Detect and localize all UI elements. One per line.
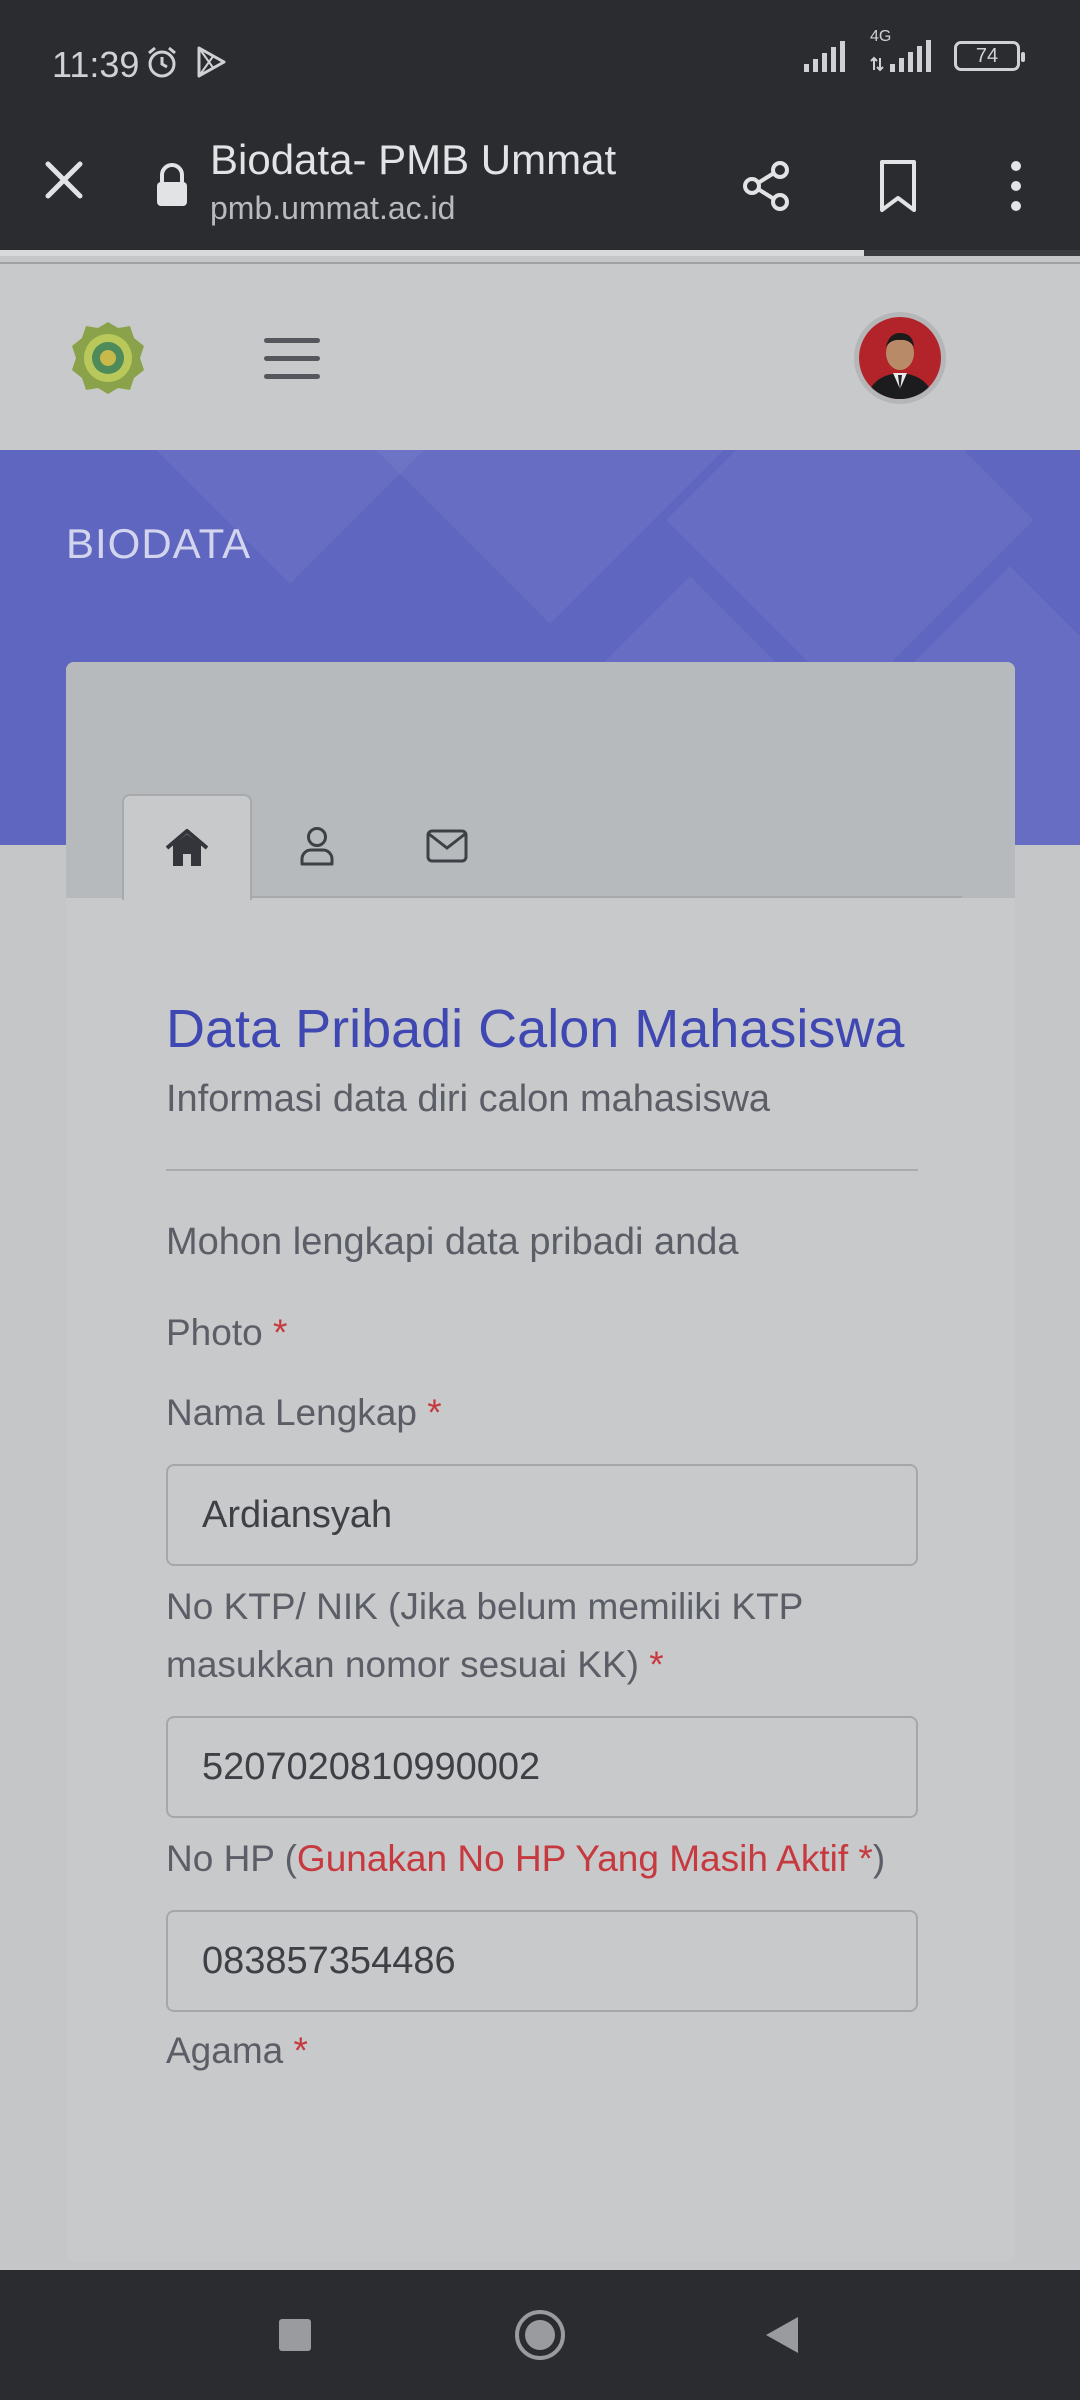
university-logo[interactable]: [70, 320, 146, 396]
status-bar: 11:39 4G 74: [0, 0, 1080, 130]
page-load-progress-fill: [0, 250, 864, 256]
tab-contact[interactable]: [382, 794, 512, 898]
required-mark: *: [649, 1644, 664, 1685]
page-load-progress: [0, 250, 1080, 256]
clock: 11:39: [52, 44, 140, 85]
envelope-icon: [426, 829, 468, 863]
religion-label: Agama *: [166, 2030, 308, 2071]
close-icon[interactable]: [36, 152, 92, 208]
page-title[interactable]: Biodata- PMB Ummat: [210, 136, 616, 184]
site-header: [0, 262, 1080, 450]
form-subtitle: Informasi data diri calon mahasiswa: [166, 1078, 771, 1120]
lock-icon[interactable]: [152, 162, 192, 210]
form-body: Data Pribadi Calon Mahasiswa Informasi d…: [166, 898, 918, 2080]
share-icon: [743, 161, 789, 211]
hamburger-menu-icon[interactable]: [264, 338, 320, 380]
profile-photo: [859, 317, 941, 399]
recents-button[interactable]: [255, 2300, 335, 2370]
required-mark: *: [858, 1838, 873, 1879]
square-icon: [279, 2319, 311, 2351]
user-icon: [300, 827, 334, 866]
back-triangle-icon: [766, 2317, 798, 2353]
photo-label: Photo *: [166, 1312, 288, 1353]
phone-input[interactable]: 083857354486: [166, 1910, 918, 2012]
network-signal: 4G: [870, 28, 936, 72]
bookmark-button[interactable]: [862, 150, 934, 222]
nik-input[interactable]: 5207020810990002: [166, 1716, 918, 1818]
phone-label: No HP (Gunakan No HP Yang Masih Aktif *): [166, 1838, 886, 1879]
signal-icon: [804, 41, 845, 72]
biodata-card: Data Pribadi Calon Mahasiswa Informasi d…: [66, 662, 1015, 2262]
card-header: [66, 662, 1015, 900]
play-store-icon: [197, 46, 226, 78]
required-mark: *: [427, 1392, 442, 1433]
circle-icon: [515, 2310, 565, 2360]
tab-home[interactable]: [122, 794, 252, 900]
required-mark: *: [272, 1312, 288, 1353]
form-title: Data Pribadi Calon Mahasiswa: [166, 999, 905, 1059]
tab-bar: [122, 794, 962, 900]
divider: [166, 1169, 918, 1171]
battery-icon: 74: [954, 41, 1025, 71]
phone-warning: Gunakan No HP Yang Masih Aktif: [296, 1838, 849, 1879]
browser-toolbar: Biodata- PMB Ummat pmb.ummat.ac.id: [0, 130, 1080, 250]
banner-title: BIODATA: [66, 520, 252, 567]
full-name-input[interactable]: Ardiansyah: [166, 1464, 918, 1566]
full-name-label: Nama Lengkap *: [166, 1392, 442, 1433]
home-button[interactable]: [500, 2300, 580, 2370]
share-button[interactable]: [730, 150, 802, 222]
menu-button[interactable]: [980, 150, 1052, 222]
home-icon: [165, 829, 209, 866]
battery-level: 74: [975, 45, 999, 67]
nik-label: No KTP/ NIK (Jika belum memiliki KTP mas…: [166, 1586, 803, 1685]
page-url[interactable]: pmb.ummat.ac.id: [210, 190, 455, 227]
required-mark: *: [293, 2030, 308, 2071]
form-hint: Mohon lengkapi data pribadi anda: [166, 1221, 739, 1263]
alarm-icon: [148, 46, 176, 78]
signal-icon-4g: [870, 40, 931, 72]
avatar[interactable]: [854, 312, 946, 404]
back-button[interactable]: [742, 2300, 822, 2370]
system-navigation-bar: [0, 2270, 1080, 2400]
tab-profile[interactable]: [252, 794, 382, 898]
bookmark-icon: [880, 160, 916, 212]
more-vert-icon: [1011, 161, 1021, 211]
